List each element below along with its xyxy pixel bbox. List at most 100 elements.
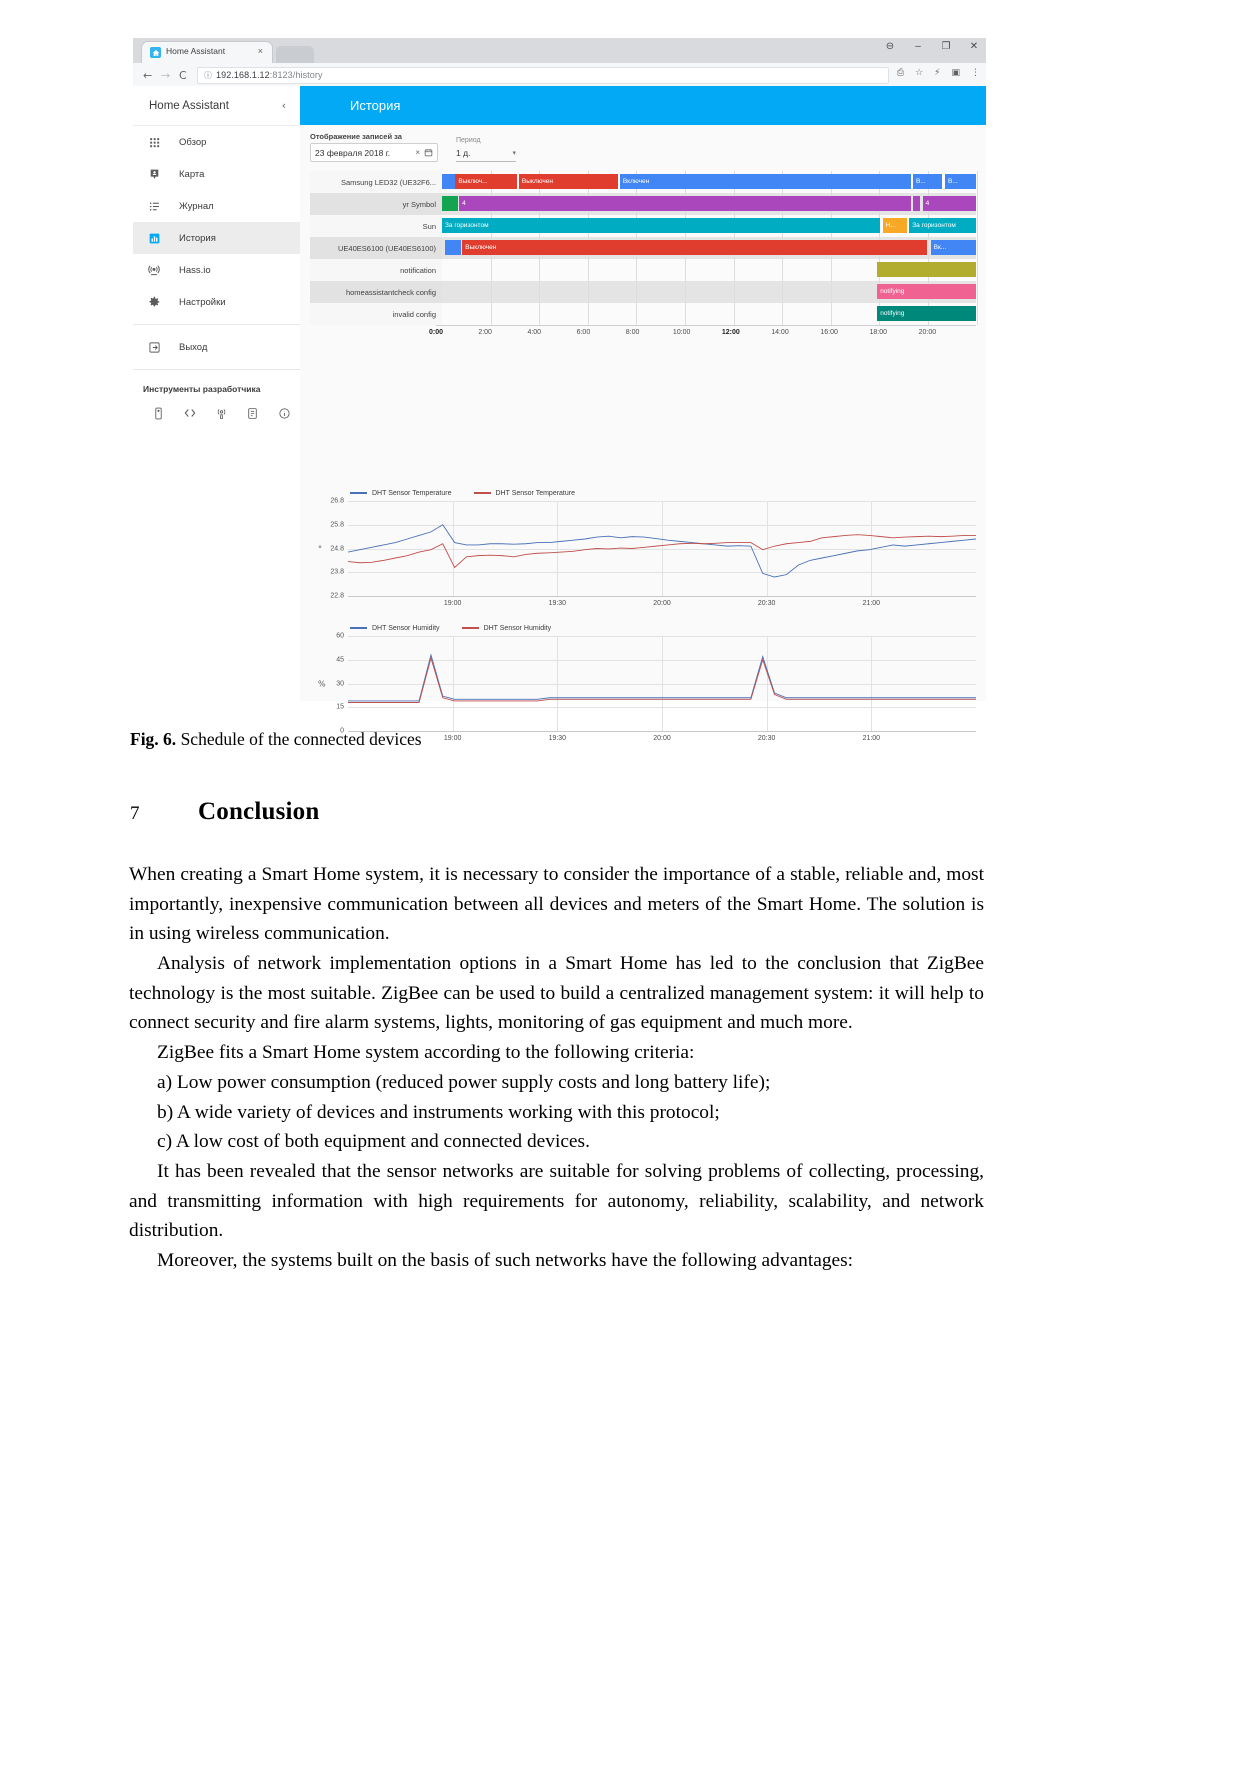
timeline-segment[interactable]: За горизонтом xyxy=(909,218,976,233)
legend-item[interactable]: DHT Sensor Temperature xyxy=(350,490,452,497)
legend-item[interactable]: DHT Sensor Humidity xyxy=(461,625,551,632)
timeline-segment[interactable]: 4 xyxy=(459,196,911,211)
developer-tools-title: Инструменты разработчика xyxy=(143,384,261,394)
date-clear-icon[interactable]: × xyxy=(415,148,420,157)
services-icon[interactable] xyxy=(237,400,268,426)
sidebar-item-4[interactable]: История xyxy=(133,222,300,254)
timeline-segment[interactable] xyxy=(912,196,920,211)
broadcast-tower-icon[interactable] xyxy=(206,400,237,426)
timeline-axis-tick: 6:00 xyxy=(576,329,591,336)
date-picker-field[interactable]: 23 февраля 2018 г. × xyxy=(310,143,438,162)
timeline-segment[interactable] xyxy=(442,196,459,211)
sidebar-item-2[interactable]: Карта xyxy=(133,158,300,190)
minimize-button[interactable]: – xyxy=(912,41,924,52)
sidebar-item-6[interactable]: Настройки xyxy=(133,286,300,318)
paragraph: Moreover, the systems built on the basis… xyxy=(157,1249,854,1271)
sidebar-item-5[interactable]: Hass.io xyxy=(133,254,300,286)
timeline-segment[interactable]: Включен xyxy=(619,174,911,189)
timeline-segment[interactable]: notifying xyxy=(877,284,976,299)
cast-icon[interactable]: ⎙ xyxy=(897,68,904,78)
browser-tab[interactable]: Home Assistant × xyxy=(142,42,272,63)
legend-swatch xyxy=(473,492,491,494)
sidebar-item-label: Обзор xyxy=(179,136,207,148)
legend-label: DHT Sensor Temperature xyxy=(495,489,576,497)
timeline-segment[interactable] xyxy=(445,240,462,255)
legend-label: DHT Sensor Humidity xyxy=(372,624,440,632)
new-tab-button[interactable] xyxy=(276,46,314,63)
profile-icon[interactable]: ⊖ xyxy=(884,41,896,52)
sidebar-collapse-icon[interactable]: ‹ xyxy=(282,99,286,112)
chevron-down-icon[interactable]: ▾ xyxy=(512,149,516,157)
legend-item[interactable]: DHT Sensor Humidity xyxy=(350,625,440,632)
legend-swatch xyxy=(350,627,367,629)
close-button[interactable]: ✕ xyxy=(968,41,980,52)
forward-button[interactable]: → xyxy=(161,69,170,82)
sidebar-header: Home Assistant ‹ xyxy=(133,86,300,126)
x-tick-label: 19:30 xyxy=(548,600,567,607)
url-host: 192.168.1.12 xyxy=(216,70,270,80)
timeline-row: UE40ES6100 (UE40ES6100) Выключен Вк... xyxy=(310,237,978,259)
page-title: История xyxy=(350,98,401,113)
timeline-segment[interactable]: Вк... xyxy=(930,240,976,255)
maximize-button[interactable]: ❐ xyxy=(940,41,952,52)
bookmark-star-icon[interactable]: ☆ xyxy=(915,68,923,78)
timeline-segment[interactable] xyxy=(442,174,456,189)
paragraph: It has been revealed that the sensor net… xyxy=(129,1160,984,1242)
calendar-icon[interactable] xyxy=(424,148,433,157)
chart-legend: DHT Sensor Humidity DHT Sensor Humidity xyxy=(310,620,976,636)
timeline-axis-tick: 2:00 xyxy=(478,329,492,336)
paragraph: Analysis of network implementation optio… xyxy=(129,953,984,1034)
site-info-icon[interactable]: ⓘ xyxy=(204,70,212,81)
info-icon[interactable] xyxy=(269,400,300,426)
sidebar-item-label: Настройки xyxy=(179,296,226,308)
timeline-segment[interactable]: notifying xyxy=(877,306,976,321)
date-picker: Отображение записей за 23 февраля 2018 г… xyxy=(310,132,438,162)
home-assistant-app: Home Assistant ‹ Обзор Карта Журнал История… xyxy=(133,86,986,742)
period-value: 1 д. xyxy=(456,148,471,158)
figure-caption: Fig. 6. Schedule of the connected device… xyxy=(130,728,1000,752)
map-marker-icon xyxy=(145,165,163,183)
chart-bar-icon xyxy=(145,229,163,247)
timeline-row-label: Samsung LED32 (UE32F6... xyxy=(340,177,436,187)
timeline-segment[interactable]: Н... xyxy=(882,218,907,233)
timeline-row-label: yr Symbol xyxy=(402,199,436,209)
timeline-segment[interactable]: В... xyxy=(945,174,976,189)
timeline-segment[interactable]: Выключ... xyxy=(455,174,517,189)
legend-swatch xyxy=(350,492,367,494)
browser-menu-icon[interactable]: ⋮ xyxy=(971,68,980,78)
reload-button[interactable]: C xyxy=(179,69,187,82)
timeline-segment[interactable]: 4 xyxy=(922,196,976,211)
sidebar-item-3[interactable]: Журнал xyxy=(133,190,300,222)
url-text: 192.168.1.12:8123/history xyxy=(216,70,323,80)
series-line xyxy=(348,655,976,701)
extension2-icon[interactable]: ▣ xyxy=(951,68,960,78)
legend-swatch xyxy=(461,627,479,629)
period-label: Период xyxy=(456,137,481,144)
sidebar-item-1[interactable]: Обзор xyxy=(133,126,300,158)
extension-icon[interactable]: ⚡ xyxy=(934,68,940,78)
home-assistant-favicon-icon xyxy=(150,47,161,58)
timeline-segment[interactable]: В... xyxy=(912,174,943,189)
x-tick-label: 20:30 xyxy=(757,600,776,607)
legend-label: DHT Sensor Temperature xyxy=(372,489,452,497)
code-icon[interactable] xyxy=(174,400,205,426)
timeline-segment[interactable]: Выключен xyxy=(518,174,618,189)
x-tick-label: 20:00 xyxy=(653,600,671,607)
sidebar-item-7[interactable]: Выход xyxy=(133,331,300,363)
back-button[interactable]: ← xyxy=(143,69,152,82)
tab-close-icon[interactable]: × xyxy=(258,46,263,56)
remote-icon[interactable] xyxy=(143,400,174,426)
timeline-segment[interactable] xyxy=(877,262,976,277)
timeline-segment[interactable]: Выключен xyxy=(462,240,927,255)
period-select[interactable]: Период 1 д. ▾ xyxy=(456,137,516,162)
timeline-segment[interactable]: За горизонтом xyxy=(442,218,880,233)
sidebar-item-label: История xyxy=(179,232,216,244)
y-tick-label: 24.8 xyxy=(330,545,344,552)
timeline-axis-tick: 4:00 xyxy=(527,329,542,336)
timeline-track xyxy=(442,259,978,281)
series-canvas xyxy=(348,501,976,596)
chart-legend: DHT Sensor Temperature DHT Sensor Tempera… xyxy=(310,485,976,501)
address-bar[interactable]: ⓘ 192.168.1.12:8123/history xyxy=(197,67,889,84)
legend-item[interactable]: DHT Sensor Temperature xyxy=(473,489,576,497)
figure-caption-label: Fig. 6. xyxy=(130,729,177,749)
